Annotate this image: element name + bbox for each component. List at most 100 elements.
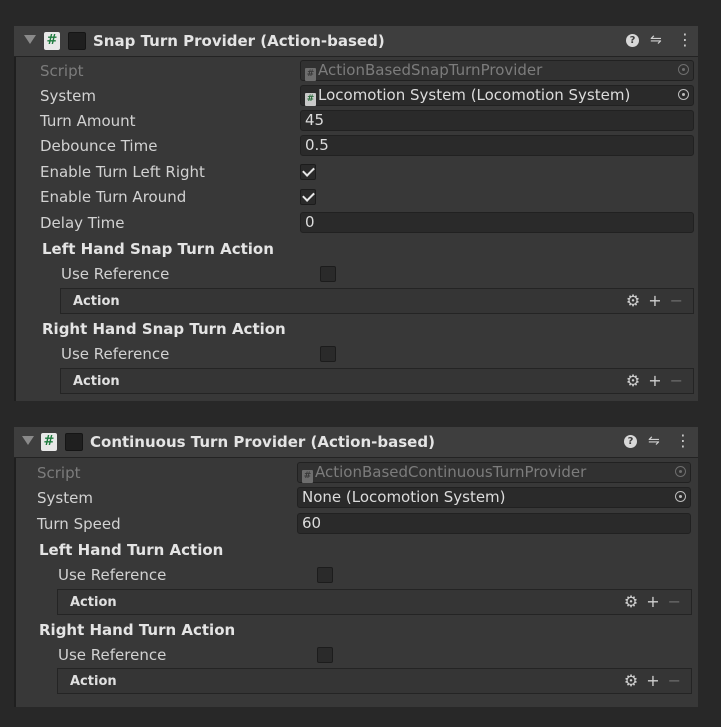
enable-turn-around-row: Enable Turn Around (14, 186, 698, 208)
system-value: None (Locomotion System) (302, 488, 506, 506)
remove-binding-icon[interactable]: − (668, 592, 681, 611)
remove-binding-icon[interactable]: − (670, 371, 683, 390)
right-use-reference-row: Use Reference (14, 644, 698, 666)
action-toolbar: ⚙ + − (616, 671, 681, 690)
action-toolbar: ⚙ + − (618, 291, 683, 310)
action-label: Action (73, 374, 120, 389)
snap-turn-provider-component: # Snap Turn Provider (Action-based) ? ⇋ … (14, 26, 698, 401)
enable-turn-left-right-checkbox[interactable] (300, 164, 316, 180)
turn-amount-input[interactable]: 45 (300, 110, 694, 131)
component-enable-checkbox[interactable] (68, 32, 86, 50)
script-field: # ActionBasedContinuousTurnProvider (297, 462, 691, 483)
help-icon[interactable]: ? (624, 435, 637, 448)
script-label: Script (37, 464, 81, 482)
turn-speed-input[interactable]: 60 (297, 513, 691, 534)
use-reference-label: Use Reference (58, 566, 167, 584)
object-picker-icon (675, 466, 686, 477)
continuous-turn-provider-component: # Continuous Turn Provider (Action-based… (14, 427, 698, 707)
script-label: Script (40, 62, 84, 80)
right-hand-turn-action-title: Right Hand Turn Action (39, 621, 236, 639)
system-label: System (37, 489, 93, 507)
add-binding-icon[interactable]: + (648, 291, 661, 310)
action-label: Action (70, 674, 117, 689)
left-use-reference-row: Use Reference (14, 564, 698, 586)
debounce-time-row: Debounce Time 0.5 (14, 135, 698, 157)
turn-amount-label: Turn Amount (40, 112, 136, 130)
system-row: System None (Locomotion System) (14, 487, 698, 509)
component-header[interactable]: # Continuous Turn Provider (Action-based… (14, 427, 698, 458)
foldout-arrow-icon[interactable] (24, 35, 36, 44)
left-hand-turn-action-header[interactable]: Left Hand Turn Action (14, 539, 698, 561)
more-icon[interactable]: ⋮ (675, 431, 691, 450)
component-header[interactable]: # Snap Turn Provider (Action-based) ? ⇋ … (14, 26, 698, 57)
left-hand-snap-turn-action-header[interactable]: Left Hand Snap Turn Action (14, 238, 698, 260)
remove-binding-icon[interactable]: − (668, 671, 681, 690)
system-value: Locomotion System (Locomotion System) (318, 86, 631, 104)
add-binding-icon[interactable]: + (646, 592, 659, 611)
script-file-icon: # (302, 470, 313, 483)
component-title: Continuous Turn Provider (Action-based) (90, 433, 435, 451)
use-reference-label: Use Reference (61, 265, 170, 283)
use-reference-label: Use Reference (61, 345, 170, 363)
delay-time-input[interactable]: 0 (300, 212, 694, 233)
component-enable-checkbox[interactable] (65, 433, 83, 451)
script-file-icon: # (305, 68, 316, 81)
debounce-time-input[interactable]: 0.5 (300, 135, 694, 156)
system-label: System (40, 87, 96, 105)
system-row: System # Locomotion System (Locomotion Sy… (14, 85, 698, 107)
script-row: Script # ActionBasedSnapTurnProvider (14, 60, 698, 82)
enable-turn-left-right-row: Enable Turn Left Right (14, 161, 698, 183)
help-icon[interactable]: ? (626, 34, 639, 47)
enable-turn-around-label: Enable Turn Around (40, 188, 187, 206)
left-hand-turn-action-title: Left Hand Turn Action (39, 541, 224, 559)
presets-icon[interactable]: ⇋ (648, 433, 660, 449)
delay-time-row: Delay Time 0 (14, 212, 698, 234)
script-icon: # (41, 433, 57, 451)
use-reference-checkbox[interactable] (317, 567, 333, 583)
gear-icon[interactable]: ⚙ (624, 671, 638, 690)
more-icon[interactable]: ⋮ (677, 30, 693, 49)
left-action-box: Action ⚙ + − (57, 589, 692, 615)
object-picker-icon[interactable] (678, 89, 689, 100)
gear-icon[interactable]: ⚙ (626, 291, 640, 310)
remove-binding-icon[interactable]: − (670, 291, 683, 310)
foldout-arrow-icon[interactable] (22, 436, 34, 445)
right-hand-turn-action-header[interactable]: Right Hand Turn Action (14, 619, 698, 641)
system-field[interactable]: None (Locomotion System) (297, 487, 691, 508)
action-toolbar: ⚙ + − (618, 371, 683, 390)
use-reference-checkbox[interactable] (317, 647, 333, 663)
script-row: Script # ActionBasedContinuousTurnProvide… (14, 462, 698, 484)
action-toolbar: ⚙ + − (616, 592, 681, 611)
right-hand-snap-turn-action-header[interactable]: Right Hand Snap Turn Action (14, 318, 698, 340)
use-reference-checkbox[interactable] (320, 346, 336, 362)
right-hand-snap-turn-action-title: Right Hand Snap Turn Action (42, 320, 286, 338)
left-action-box: Action ⚙ + − (60, 288, 694, 314)
right-action-box: Action ⚙ + − (60, 368, 694, 394)
turn-speed-row: Turn Speed 60 (14, 513, 698, 535)
enable-turn-around-checkbox[interactable] (300, 189, 316, 205)
object-picker-icon (678, 64, 689, 75)
gear-icon[interactable]: ⚙ (624, 592, 638, 611)
system-field[interactable]: # Locomotion System (Locomotion System) (300, 85, 694, 106)
turn-speed-label: Turn Speed (37, 515, 121, 533)
object-picker-icon[interactable] (675, 491, 686, 502)
enable-turn-left-right-label: Enable Turn Left Right (40, 163, 205, 181)
script-field: # ActionBasedSnapTurnProvider (300, 60, 694, 81)
script-value: ActionBasedSnapTurnProvider (318, 61, 543, 79)
add-binding-icon[interactable]: + (648, 371, 661, 390)
action-label: Action (73, 294, 120, 309)
script-icon: # (44, 32, 60, 50)
right-use-reference-row: Use Reference (14, 343, 698, 365)
action-label: Action (70, 595, 117, 610)
left-use-reference-row: Use Reference (14, 263, 698, 285)
presets-icon[interactable]: ⇋ (650, 32, 662, 48)
gear-icon[interactable]: ⚙ (626, 371, 640, 390)
turn-amount-row: Turn Amount 45 (14, 110, 698, 132)
locomotion-system-icon: # (305, 93, 316, 106)
add-binding-icon[interactable]: + (646, 671, 659, 690)
use-reference-label: Use Reference (58, 646, 167, 664)
component-title: Snap Turn Provider (Action-based) (93, 32, 385, 50)
delay-time-label: Delay Time (40, 214, 125, 232)
script-value: ActionBasedContinuousTurnProvider (315, 463, 587, 481)
use-reference-checkbox[interactable] (320, 266, 336, 282)
